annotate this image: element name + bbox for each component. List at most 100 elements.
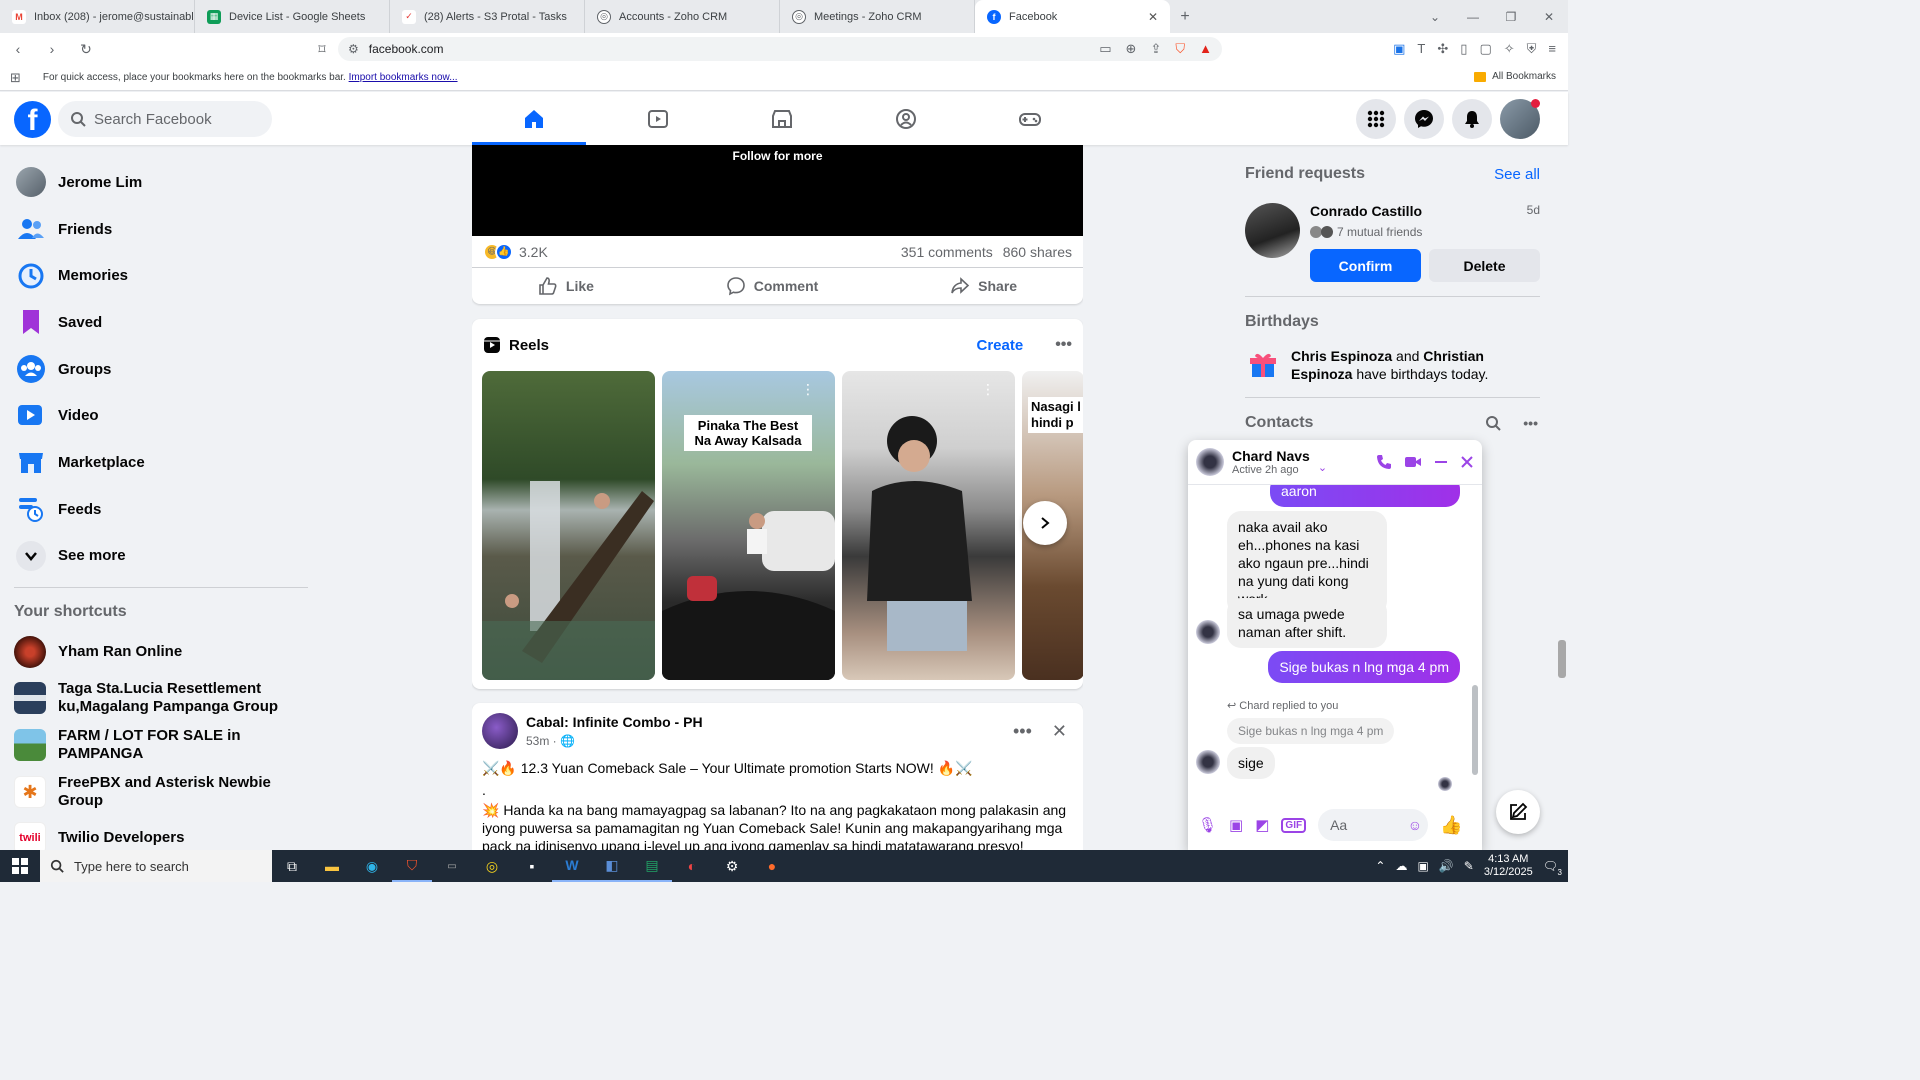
nav-marketplace-tab[interactable] bbox=[720, 92, 844, 145]
shortcut-item[interactable]: FARM / LOT FOR SALE in PAMPANGA bbox=[0, 722, 320, 769]
share-button[interactable]: Share bbox=[950, 276, 1017, 296]
sidebar-item-groups[interactable]: Groups bbox=[0, 346, 320, 393]
minimize-icon[interactable]: — bbox=[1454, 10, 1492, 24]
share-icon[interactable]: ⇪ bbox=[1150, 41, 1161, 57]
minimize-chat-icon[interactable] bbox=[1434, 455, 1448, 469]
tray-chevron-icon[interactable]: ⌃ bbox=[1375, 859, 1385, 873]
emoji-icon[interactable]: ☺ bbox=[1408, 817, 1422, 833]
microphone-icon[interactable]: 🎙 bbox=[1198, 816, 1217, 834]
bookmark-icon[interactable]: ⌑ bbox=[312, 41, 332, 58]
post-time[interactable]: 53m bbox=[526, 734, 549, 748]
restore-icon[interactable]: ❐ bbox=[1492, 10, 1530, 24]
app-icon[interactable]: ● bbox=[752, 850, 792, 882]
sidebar-item-friends[interactable]: Friends bbox=[0, 206, 320, 253]
close-tab-icon[interactable]: ✕ bbox=[1148, 10, 1158, 24]
close-window-icon[interactable]: ✕ bbox=[1530, 10, 1568, 24]
chevron-down-icon[interactable]: ⌄ bbox=[1318, 461, 1327, 474]
comment-count[interactable]: 351 comments bbox=[901, 244, 993, 260]
volume-icon[interactable]: 🔊 bbox=[1439, 859, 1454, 873]
network-icon[interactable]: ▣ bbox=[1417, 859, 1428, 873]
site-settings-icon[interactable]: ⚙ bbox=[348, 42, 359, 56]
notifications-button[interactable] bbox=[1452, 99, 1492, 139]
more-options-icon[interactable]: ••• bbox=[1013, 721, 1032, 742]
task-view-icon[interactable]: ⧉ bbox=[272, 850, 312, 882]
tab-google-sheets[interactable]: ▦ Device List - Google Sheets bbox=[195, 0, 390, 33]
messenger-button[interactable] bbox=[1404, 99, 1444, 139]
birthday-item[interactable]: Chris Espinoza and Christian Espinoza ha… bbox=[1245, 347, 1540, 383]
taskbar-search[interactable]: Type here to search bbox=[40, 850, 272, 882]
account-avatar[interactable] bbox=[1500, 99, 1540, 139]
video-player[interactable]: Follow for more bbox=[472, 145, 1083, 236]
tab-zoho-meetings[interactable]: ◎ Meetings - Zoho CRM bbox=[780, 0, 975, 33]
chat-avatar[interactable] bbox=[1196, 448, 1224, 476]
sidebar-item-feeds[interactable]: Feeds bbox=[0, 486, 320, 533]
translate-extension-icon[interactable]: T bbox=[1417, 41, 1425, 57]
leo-ai-icon[interactable]: ✧ bbox=[1504, 41, 1515, 57]
import-bookmarks-link[interactable]: Import bookmarks now... bbox=[349, 72, 458, 83]
shortcut-item[interactable]: twili Twilio Developers bbox=[0, 815, 320, 850]
brave-icon[interactable]: ⛉ bbox=[392, 850, 432, 882]
reels-next-button[interactable] bbox=[1023, 501, 1067, 545]
search-icon[interactable] bbox=[1485, 415, 1501, 431]
tab-search-icon[interactable]: ⌄ bbox=[1416, 10, 1454, 24]
onedrive-icon[interactable]: ☁ bbox=[1395, 859, 1407, 873]
reaction-count[interactable]: 3.2K bbox=[519, 244, 548, 260]
reel-card[interactable]: Pinaka The Best Na Away Kalsada ⋮ bbox=[662, 371, 835, 680]
shortcut-item[interactable]: Taga Sta.Lucia Resettlement ku,Magalang … bbox=[0, 675, 320, 722]
gif-icon[interactable]: GIF bbox=[1281, 817, 1307, 833]
reel-more-icon[interactable]: ⋮ bbox=[981, 381, 995, 398]
nav-home-tab[interactable] bbox=[472, 92, 596, 145]
facebook-logo-icon[interactable]: f bbox=[14, 101, 51, 138]
photo-icon[interactable]: ▣ bbox=[1229, 816, 1243, 834]
shortcut-item[interactable]: Yham Ran Online bbox=[0, 628, 320, 675]
vpn-icon[interactable]: ⛨ bbox=[1527, 41, 1537, 57]
extension-icon[interactable]: ▣ bbox=[1393, 41, 1405, 57]
new-tab-button[interactable]: + bbox=[1170, 0, 1200, 33]
more-options-icon[interactable]: ••• bbox=[1055, 336, 1072, 354]
sticker-icon[interactable]: ◩ bbox=[1255, 816, 1269, 834]
menu-grid-button[interactable] bbox=[1356, 99, 1396, 139]
all-bookmarks-button[interactable]: All Bookmarks bbox=[1474, 71, 1556, 82]
message-input[interactable]: Aa ☺ bbox=[1318, 809, 1429, 841]
zoom-icon[interactable]: ⊕ bbox=[1126, 41, 1137, 57]
file-explorer-icon[interactable]: ▬ bbox=[312, 850, 352, 882]
mutual-friends-count[interactable]: 7 mutual friends bbox=[1337, 225, 1422, 239]
nav-gaming-tab[interactable] bbox=[968, 92, 1092, 145]
delete-button[interactable]: Delete bbox=[1429, 249, 1540, 282]
app-icon[interactable]: ▪ bbox=[512, 850, 552, 882]
new-message-button[interactable] bbox=[1496, 790, 1540, 834]
tab-tasks[interactable]: ✓ (28) Alerts - S3 Protal - Tasks bbox=[390, 0, 585, 33]
more-options-icon[interactable]: ••• bbox=[1523, 415, 1538, 431]
app-icon[interactable]: ◧ bbox=[592, 850, 632, 882]
create-reel-button[interactable]: Create bbox=[976, 337, 1023, 354]
share-count[interactable]: 860 shares bbox=[1003, 244, 1072, 260]
see-all-link[interactable]: See all bbox=[1494, 166, 1540, 183]
birthday-name[interactable]: Chris Espinoza bbox=[1291, 348, 1392, 364]
nav-groups-tab[interactable] bbox=[844, 92, 968, 145]
pen-icon[interactable]: ✎ bbox=[1464, 859, 1474, 873]
close-chat-icon[interactable] bbox=[1460, 455, 1474, 469]
tab-facebook[interactable]: f Facebook ✕ bbox=[975, 0, 1170, 33]
reload-icon[interactable]: ↻ bbox=[76, 41, 96, 58]
shortcut-item[interactable]: ✱ FreePBX and Asterisk Newbie Group bbox=[0, 768, 320, 815]
sidebar-item-saved[interactable]: Saved bbox=[0, 299, 320, 346]
like-button[interactable]: Like bbox=[538, 276, 594, 296]
comment-button[interactable]: Comment bbox=[726, 276, 818, 296]
edge-icon[interactable]: ◉ bbox=[352, 850, 392, 882]
notification-center-icon[interactable]: 🗨 3 bbox=[1543, 859, 1562, 877]
facebook-search-input[interactable]: Search Facebook bbox=[58, 101, 272, 137]
apps-grid-icon[interactable]: ⊞ bbox=[10, 70, 21, 86]
page-avatar[interactable] bbox=[482, 713, 518, 749]
brave-shield-icon[interactable]: ⛉ bbox=[1175, 41, 1185, 57]
start-button[interactable] bbox=[0, 850, 40, 882]
nav-video-tab[interactable] bbox=[596, 92, 720, 145]
app-icon[interactable]: ◐ bbox=[672, 850, 712, 882]
reel-card[interactable] bbox=[482, 371, 655, 680]
tab-gmail[interactable]: M Inbox (208) - jerome@sustainables bbox=[0, 0, 195, 33]
requester-name[interactable]: Conrado Castillo bbox=[1310, 203, 1422, 219]
phone-icon[interactable] bbox=[1376, 454, 1392, 470]
app-icon[interactable]: ◎ bbox=[472, 850, 512, 882]
reel-card[interactable]: ⋮ bbox=[842, 371, 1015, 680]
word-icon[interactable]: W bbox=[552, 850, 592, 882]
confirm-button[interactable]: Confirm bbox=[1310, 249, 1421, 282]
